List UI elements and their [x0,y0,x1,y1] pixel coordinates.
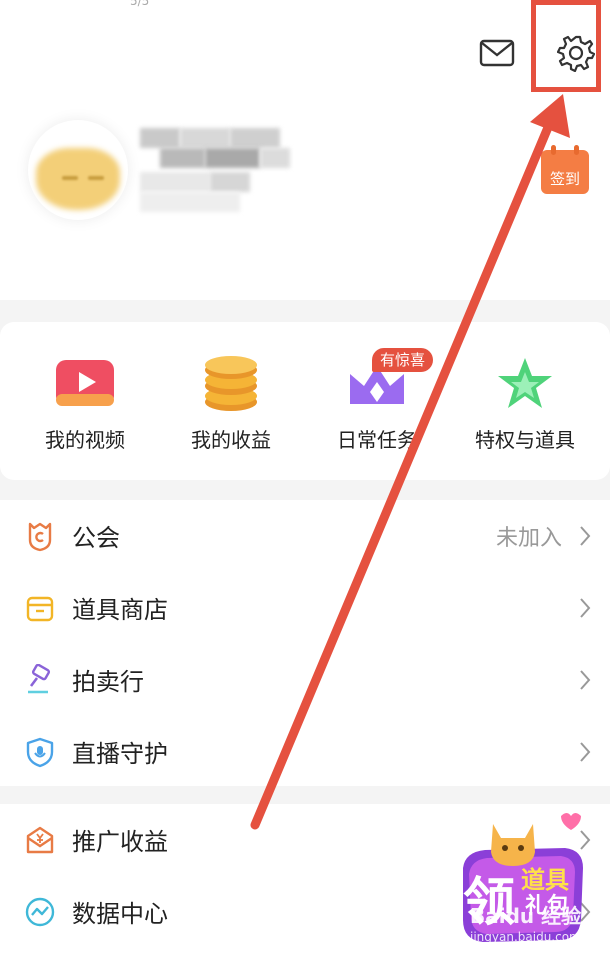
annotation-arrow [250,94,570,830]
